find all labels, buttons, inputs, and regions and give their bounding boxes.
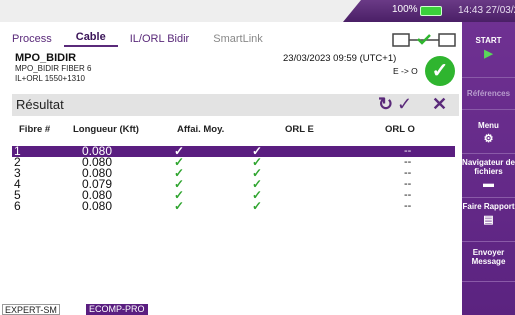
- references-label: Références: [466, 89, 511, 98]
- col-fibre: Fibre #: [19, 124, 51, 135]
- check-clear-icon[interactable]: ✓: [397, 94, 412, 115]
- cell-fibre: 6: [14, 199, 21, 213]
- check-circle-icon: ✓: [425, 56, 455, 86]
- cell-affai: ✓: [174, 199, 185, 213]
- clock: 14:43 27/03/2023: [458, 5, 515, 16]
- message-label: Envoyer Message: [471, 248, 506, 266]
- col-affai: Affai. Moy.: [177, 124, 225, 135]
- ecomp-pro-badge[interactable]: ECOMP-PRO: [86, 304, 148, 315]
- col-length: Longueur (Kft): [73, 124, 139, 135]
- status-bar: ⚡ 100% 14:43 27/03/2023: [0, 0, 515, 22]
- references-button[interactable]: Références: [462, 78, 515, 110]
- play-icon: ▶: [484, 48, 493, 60]
- table-row[interactable]: 6 0.080 ✓ ✓ --: [12, 199, 455, 213]
- gear-icon: ⚙: [483, 133, 494, 145]
- tab-smartlink[interactable]: SmartLink: [201, 33, 275, 45]
- connection-icon: [392, 33, 456, 47]
- menu-label: Menu: [478, 121, 499, 130]
- col-orl-o: ORL O: [385, 124, 415, 135]
- table-row[interactable]: 1 0.080 ✓ ✓ --: [12, 145, 455, 157]
- table-header: Fibre # Longueur (Kft) Affai. Moy. ORL E…: [12, 124, 459, 138]
- table-row[interactable]: 5 0.080 ✓ ✓ --: [12, 189, 455, 201]
- table-row[interactable]: 2 0.080 ✓ ✓ --: [12, 156, 455, 168]
- result-title: Résultat: [16, 97, 64, 112]
- folder-icon: ▬: [483, 178, 494, 190]
- cell-length: 0.080: [82, 199, 113, 213]
- test-type-label: IL+ORL 1550+1310: [15, 74, 85, 83]
- tab-process[interactable]: Process: [0, 33, 64, 45]
- file-navigator-button[interactable]: Navigateur de fichiers ▬: [462, 154, 515, 198]
- direction-label: E -> O: [393, 66, 418, 76]
- col-orl-e: ORL E: [285, 124, 314, 135]
- cell-orl-o: --: [404, 200, 412, 212]
- measurement-datetime: 23/03/2023 09:59 (UTC+1): [283, 53, 397, 64]
- navigator-label: Navigateur de fichiers: [462, 158, 515, 176]
- menu-button[interactable]: Menu ⚙: [462, 110, 515, 154]
- start-button[interactable]: START ▶: [462, 22, 515, 78]
- document-icon: ▤: [483, 214, 494, 226]
- battery-icon: [420, 6, 442, 16]
- table-row[interactable]: 3 0.080 ✓ ✓ --: [12, 167, 455, 179]
- start-label: START: [475, 36, 502, 45]
- battery-percent: 100%: [392, 4, 418, 15]
- send-message-button[interactable]: Envoyer Message: [462, 242, 515, 282]
- result-header: Résultat ↻ ✓ ✕: [12, 94, 459, 116]
- right-sidebar: START ▶ Références Menu ⚙ Navigateur de …: [462, 22, 515, 315]
- tab-ilorl-bidir[interactable]: IL/ORL Bidir: [118, 33, 202, 45]
- table-body: 1 0.080 ✓ ✓ -- 2 0.080 ✓ ✓ -- 3 0.080 ✓ …: [12, 145, 455, 213]
- bottom-bar: EXPERT-SM ECOMP-PRO: [0, 304, 462, 315]
- refresh-icon[interactable]: ↻: [378, 94, 393, 115]
- fiber-label: MPO_BIDIR FIBER 6: [15, 64, 92, 73]
- table-row[interactable]: 4 0.079 ✓ ✓ --: [12, 178, 455, 190]
- close-icon[interactable]: ✕: [432, 94, 447, 115]
- tab-cable[interactable]: Cable: [63, 31, 118, 47]
- cell-orl-e: ✓: [252, 199, 263, 213]
- report-label: Faire Rapport: [462, 202, 515, 211]
- report-button[interactable]: Faire Rapport ▤: [462, 198, 515, 242]
- expert-sm-badge[interactable]: EXPERT-SM: [2, 304, 60, 315]
